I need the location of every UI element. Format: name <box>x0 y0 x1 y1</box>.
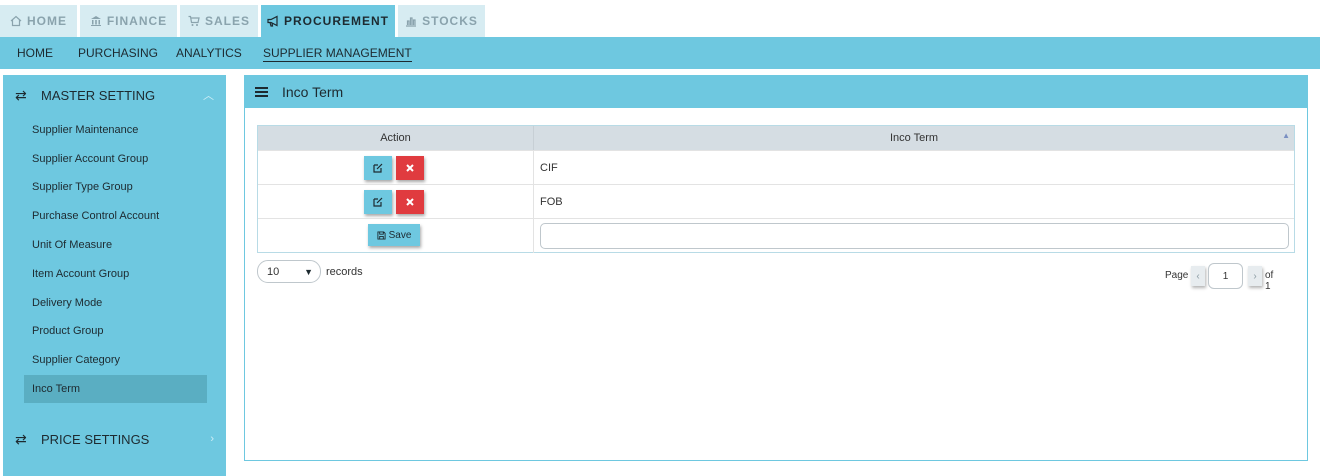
column-header-inco-term[interactable]: Inco Term <box>534 126 1294 150</box>
sidebar: ⇄ MASTER SETTING ︿ Supplier Maintenance … <box>3 75 226 476</box>
sidebar-item-supplier-category[interactable]: Supplier Category <box>24 346 207 374</box>
sidebar-section-label: PRICE SETTINGS <box>41 431 150 447</box>
subnav-purchasing[interactable]: PURCHASING <box>78 46 158 60</box>
records-selected-value: 10 <box>267 265 280 278</box>
tab-stocks[interactable]: STOCKS <box>398 5 485 37</box>
table-row: FOB <box>258 184 1294 219</box>
action-cell <box>258 151 534 185</box>
edit-icon <box>373 163 383 173</box>
delete-button[interactable] <box>396 156 424 180</box>
sidebar-section-label: MASTER SETTING <box>41 87 156 103</box>
inco-term-value: CIF <box>540 162 558 174</box>
sidebar-item-item-account-group[interactable]: Item Account Group <box>24 260 207 288</box>
sidebar-item-purchase-control-account[interactable]: Purchase Control Account <box>24 202 207 230</box>
tab-home-label: HOME <box>27 14 67 28</box>
sidebar-item-delivery-mode[interactable]: Delivery Mode <box>24 289 207 317</box>
inco-term-input[interactable] <box>540 223 1289 249</box>
page-total-label: of 1 <box>1265 270 1274 292</box>
page-label: Page <box>1165 270 1189 281</box>
chevron-up-icon: ︿ <box>203 90 214 102</box>
chevron-right-icon: › <box>210 433 214 445</box>
sidebar-section-price-settings[interactable]: ⇄ PRICE SETTINGS › <box>3 419 226 459</box>
sort-ascending-icon[interactable]: ▲ <box>1282 131 1290 140</box>
panel-title: Inco Term <box>282 84 344 100</box>
edit-button[interactable] <box>364 156 392 180</box>
delete-button[interactable] <box>396 190 424 214</box>
sidebar-section-master-setting[interactable]: ⇄ MASTER SETTING ︿ <box>3 75 226 115</box>
sidebar-item-inco-term[interactable]: Inco Term <box>24 375 207 403</box>
tab-finance[interactable]: FINANCE <box>80 5 177 37</box>
action-cell: Save <box>258 219 534 253</box>
bullhorn-icon <box>267 15 278 27</box>
sub-navigation: HOME PURCHASING ANALYTICS SUPPLIER MANAG… <box>0 37 1320 69</box>
records-per-page-select[interactable]: 10 ▼ <box>257 260 321 283</box>
sidebar-item-supplier-account-group[interactable]: Supplier Account Group <box>24 145 207 173</box>
subnav-home[interactable]: HOME <box>17 46 53 60</box>
subnav-analytics[interactable]: ANALYTICS <box>176 46 242 60</box>
home-icon <box>10 15 22 27</box>
table-header: Action Inco Term ▲ <box>258 126 1294 150</box>
tab-procurement-label: PROCUREMENT <box>283 14 389 28</box>
cart-icon <box>188 15 200 26</box>
save-button-label: Save <box>388 229 412 241</box>
tab-finance-label: FINANCE <box>106 14 168 28</box>
next-page-button[interactable]: › <box>1248 266 1262 286</box>
inco-term-value: FOB <box>540 196 563 208</box>
bar-chart-icon <box>406 17 417 27</box>
module-tab-bar: HOME FINANCE SALES PROCUREMENT STOCKS <box>0 0 1320 37</box>
subnav-supplier-management[interactable]: SUPPLIER MANAGEMENT <box>263 46 412 62</box>
tab-sales-label: SALES <box>204 14 250 28</box>
bank-icon <box>90 16 101 26</box>
sidebar-item-product-group[interactable]: Product Group <box>24 317 207 345</box>
table-row: CIF <box>258 150 1294 185</box>
tab-procurement[interactable]: PROCUREMENT <box>261 5 395 37</box>
previous-page-button[interactable]: ‹ <box>1191 266 1205 286</box>
tab-sales[interactable]: SALES <box>180 5 258 37</box>
records-per-page: 10 ▼ records <box>257 260 363 283</box>
close-icon <box>406 164 414 172</box>
chevron-down-icon: ▼ <box>304 267 313 277</box>
save-button[interactable]: Save <box>368 224 420 246</box>
sidebar-item-supplier-maintenance[interactable]: Supplier Maintenance <box>24 116 207 144</box>
swap-icon: ⇄ <box>15 86 27 103</box>
tab-home[interactable]: HOME <box>0 5 77 37</box>
tab-stocks-label: STOCKS <box>422 14 478 28</box>
column-header-action: Action <box>258 126 534 150</box>
new-entry-row: Save <box>258 218 1294 253</box>
panel-header: Inco Term <box>245 76 1307 108</box>
edit-button[interactable] <box>364 190 392 214</box>
page-number-input[interactable]: 1 <box>1208 263 1243 289</box>
floppy-disk-icon <box>377 230 386 240</box>
records-label: records <box>326 265 363 278</box>
action-cell <box>258 185 534 219</box>
close-icon <box>406 198 414 206</box>
hamburger-menu-icon[interactable] <box>255 87 268 99</box>
inco-term-table: Action Inco Term ▲ CIF FOB Save <box>257 125 1295 253</box>
sidebar-item-supplier-type-group[interactable]: Supplier Type Group <box>24 173 207 201</box>
sidebar-item-unit-of-measure[interactable]: Unit Of Measure <box>24 231 207 259</box>
swap-icon: ⇄ <box>15 430 27 447</box>
current-page: 1 <box>1222 270 1229 282</box>
inco-term-panel: Inco Term Action Inco Term ▲ CIF FOB Sav… <box>244 75 1308 461</box>
edit-icon <box>373 197 383 207</box>
